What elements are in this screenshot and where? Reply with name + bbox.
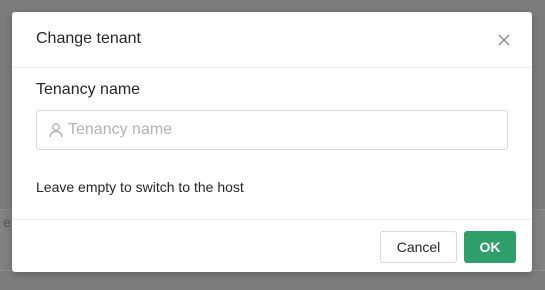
tenancy-name-input[interactable] (68, 111, 498, 149)
background-cell-text: e (3, 214, 11, 230)
dialog-footer: Cancel OK (12, 219, 532, 272)
ok-button[interactable]: OK (464, 231, 516, 263)
close-button[interactable] (492, 28, 516, 52)
tenancy-name-label: Tenancy name (36, 81, 141, 98)
close-icon (498, 34, 510, 46)
switch-host-hint: Leave empty to switch to the host (36, 179, 244, 195)
tenancy-name-field[interactable] (36, 110, 508, 150)
dialog-body: Tenancy name Leave empty to switch to th… (12, 68, 532, 219)
user-icon (49, 123, 63, 138)
dialog-title: Change tenant (36, 30, 141, 47)
change-tenant-dialog: Change tenant Tenancy name Leave empty t… (12, 12, 532, 272)
cancel-button[interactable]: Cancel (380, 231, 457, 263)
dialog-header: Change tenant (12, 12, 532, 68)
